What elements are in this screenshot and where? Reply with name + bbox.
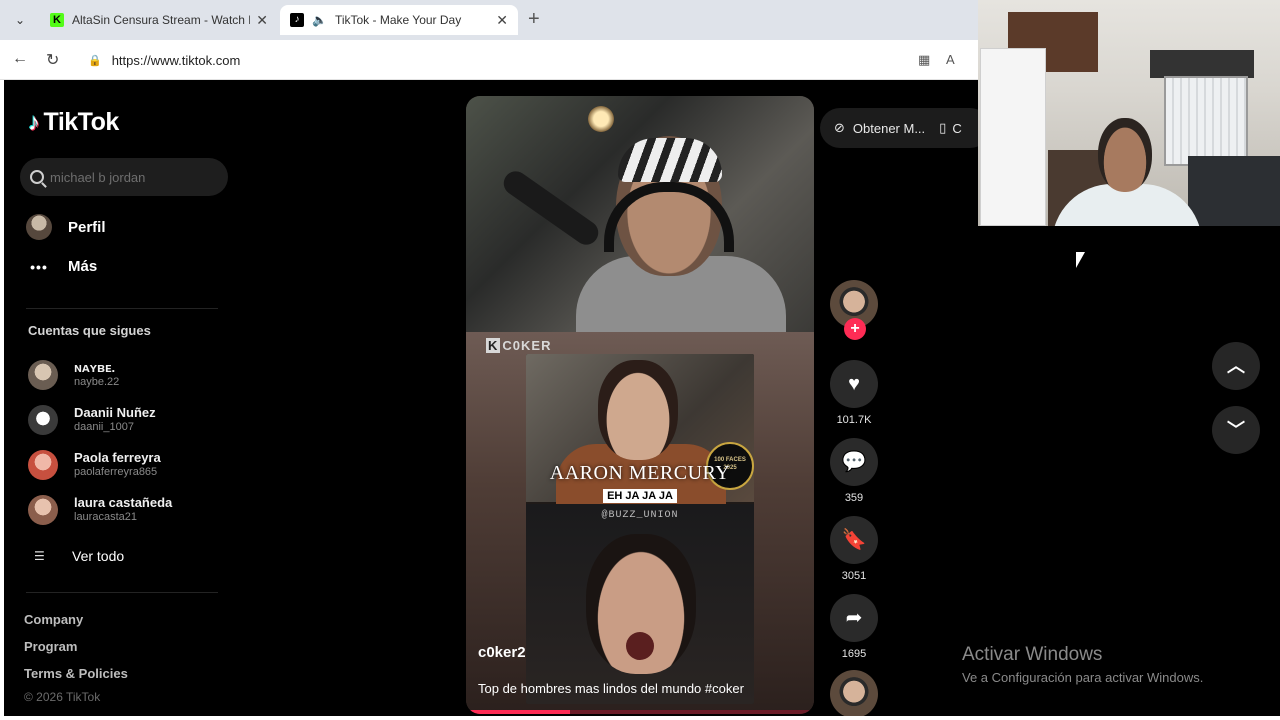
video-inset-clip <box>526 354 754 704</box>
get-app-label: Obtener M... <box>852 120 926 136</box>
url-field[interactable]: 🔒 https://www.tiktok.com <box>78 46 968 74</box>
video-watermark: K C0KER <box>486 338 552 353</box>
account-name: Daanii Nuñez <box>74 405 156 420</box>
logo-text: TikTok <box>43 108 120 136</box>
second-button-label: C <box>952 120 962 136</box>
account-handle: naybe.22 <box>74 376 120 388</box>
microphone <box>499 166 603 250</box>
mouse-cursor-icon <box>1076 252 1085 268</box>
get-app-button[interactable]: ⊘ Obtener M... ▯ C <box>820 108 990 148</box>
search-input[interactable] <box>50 169 220 185</box>
comment-count: 359 <box>844 492 864 504</box>
like-count: 101.7K <box>836 414 872 426</box>
save-count: 3051 <box>841 570 867 582</box>
bookmark-icon[interactable]: 🔖 <box>830 516 878 564</box>
video-progress-bar[interactable] <box>466 710 814 714</box>
followed-account[interactable]: laura castañeda lauracasta21 <box>28 495 172 525</box>
followed-account[interactable]: ɴᴀʏʙᴇ. naybe.22 <box>28 360 119 390</box>
video-username[interactable]: c0ker2 <box>478 644 526 661</box>
copyright: © 2026 TikTok <box>24 690 101 704</box>
app-available-icon[interactable]: ▦ <box>918 52 930 68</box>
close-tab-icon[interactable]: ✕ <box>496 12 508 29</box>
followed-account[interactable]: Paola ferreyra paolaferreyra865 <box>28 450 161 480</box>
comment-action[interactable]: 💬 359 <box>830 438 878 504</box>
tab-title: AltaSin Censura Stream - Watch Li <box>72 13 251 27</box>
sidebar-item-profile[interactable]: Perfil <box>26 214 106 240</box>
avatar <box>26 214 52 240</box>
speaker-icon[interactable]: 🔈 <box>312 13 327 27</box>
share-action[interactable]: ➦ 1695 <box>830 594 878 660</box>
footer-link-company[interactable]: Company <box>24 612 83 627</box>
list-icon: ☰ <box>34 549 45 563</box>
tiktok-favicon-icon: ♪ <box>290 13 304 27</box>
heart-icon[interactable]: ♥ <box>830 360 878 408</box>
windows-activation-watermark: Activar Windows Ve a Configuración para … <box>962 644 1203 685</box>
device-icon: ▯ <box>939 120 947 135</box>
see-all-label: Ver todo <box>72 548 125 564</box>
new-tab-button[interactable]: + <box>528 8 540 31</box>
avatar <box>28 405 58 435</box>
account-name: ɴᴀʏʙᴇ. <box>74 360 116 375</box>
account-name: Paola ferreyra <box>74 450 161 465</box>
reload-icon[interactable]: ↻ <box>46 50 59 70</box>
avatar <box>28 450 58 480</box>
search-icon <box>30 170 44 184</box>
comment-icon[interactable]: 💬 <box>830 438 878 486</box>
tab-kick-stream[interactable]: K AltaSin Censura Stream - Watch Li ✕ <box>40 5 278 35</box>
video-progress-fill <box>466 710 571 714</box>
video-overlay-credit: @BUZZ_UNION <box>601 510 679 521</box>
footer-link-terms[interactable]: Terms & Policies <box>24 666 128 681</box>
video-player[interactable]: K C0KER 100 FACES 2025 AARON MERCURY EH J… <box>466 96 814 714</box>
video-overlay-subtitle: EH JA JA JA <box>466 486 814 504</box>
share-icon[interactable]: ➦ <box>830 594 878 642</box>
account-handle: daanii_1007 <box>74 421 134 433</box>
cap <box>618 138 722 182</box>
like-action[interactable]: ♥ 101.7K <box>830 360 878 426</box>
webcam-overlay <box>978 0 1280 226</box>
see-all-following[interactable]: ☰ Ver todo <box>34 548 124 564</box>
download-icon: ⊘ <box>834 120 845 135</box>
fridge <box>980 48 1046 226</box>
translate-icon[interactable]: A <box>946 52 955 67</box>
previous-video-button[interactable]: ︿ <box>1212 342 1260 390</box>
tab-title: TikTok - Make Your Day <box>334 13 462 27</box>
tiktok-logo[interactable]: ♪ TikTok <box>28 108 119 137</box>
streamer-face <box>1098 118 1152 192</box>
account-handle: lauracasta21 <box>74 511 137 523</box>
avatar <box>28 360 58 390</box>
site-info-icon[interactable]: 🔒 <box>88 54 102 67</box>
kick-favicon-icon: K <box>50 13 64 27</box>
next-video-avatar[interactable] <box>830 670 878 716</box>
account-handle: paolaferreyra865 <box>74 466 158 478</box>
avatar <box>28 495 58 525</box>
follow-plus-icon[interactable]: + <box>844 318 866 340</box>
save-action[interactable]: 🔖 3051 <box>830 516 878 582</box>
followed-account[interactable]: Daanii Nuñez daanii_1007 <box>28 405 156 435</box>
video-overlay-name: AARON MERCURY <box>549 462 731 484</box>
share-count: 1695 <box>841 648 867 660</box>
sidebar-item-label: Perfil <box>68 218 106 236</box>
close-tab-icon[interactable]: ✕ <box>256 12 268 29</box>
footer-link-program[interactable]: Program <box>24 639 77 654</box>
video-caption: Top de hombres mas lindos del mundo #cok… <box>478 681 744 696</box>
tiktok-note-icon: ♪ <box>28 108 40 136</box>
following-section-title: Cuentas que sigues <box>28 323 151 338</box>
next-video-button[interactable]: ﹀ <box>1212 406 1260 454</box>
search-box[interactable] <box>20 158 228 196</box>
sidebar-divider <box>26 308 218 309</box>
sidebar-item-label: Más <box>68 258 98 275</box>
sidebar-item-more[interactable]: ••• Más <box>26 258 97 275</box>
url-text: https://www.tiktok.com <box>111 52 241 68</box>
sidebar-divider <box>26 592 218 593</box>
activation-title: Activar Windows <box>962 644 1103 665</box>
tab-tiktok[interactable]: ♪ 🔈 TikTok - Make Your Day ✕ <box>280 5 518 35</box>
back-arrow-icon[interactable]: ← <box>12 50 28 68</box>
more-icon: ••• <box>30 258 48 275</box>
video-frame-streamer <box>466 96 814 336</box>
tab-actions-menu[interactable]: ⌄ <box>8 9 32 31</box>
activation-subtitle: Ve a Configuración para activar Windows. <box>962 670 1204 685</box>
account-name: laura castañeda <box>74 495 173 510</box>
